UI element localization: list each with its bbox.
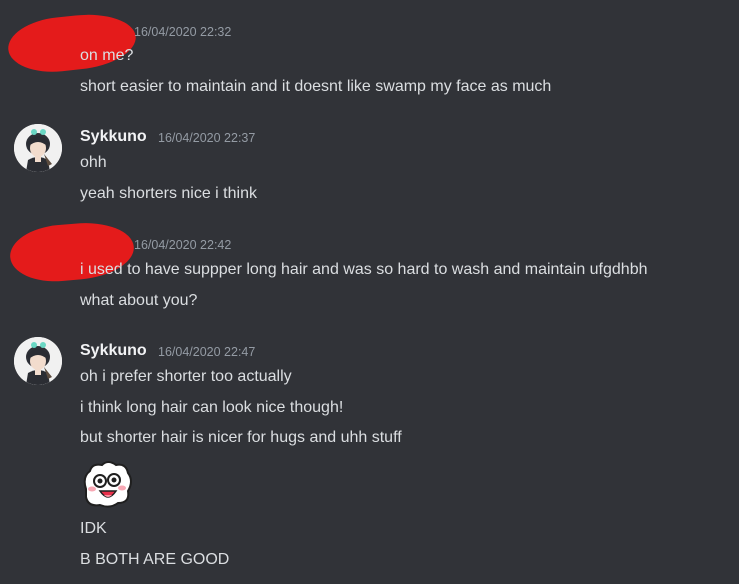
message-line: B BOTH ARE GOOD: [80, 551, 230, 568]
message-line: what about you?: [80, 292, 198, 309]
message-line: oh i prefer shorter too actually: [80, 368, 292, 385]
message-line: on me?: [80, 47, 134, 64]
anime-avatar-icon: [14, 337, 62, 385]
message-line: IDK: [80, 520, 107, 537]
anime-avatar-icon: [14, 124, 62, 172]
message-line: yeah shorters nice i think: [80, 185, 257, 202]
user-avatar[interactable]: [14, 124, 62, 172]
message-timestamp[interactable]: 16/04/2020 22:42: [134, 238, 231, 252]
message-line: i used to have suppper long hair and was…: [80, 261, 648, 278]
message-author[interactable]: Sykkuno: [80, 342, 147, 360]
message-line: i think long hair can look nice though!: [80, 399, 344, 416]
redacted-author-block: [5, 9, 139, 77]
message-line: ohh: [80, 154, 107, 171]
chat-messages: 16/04/2020 22:32 on me? short easier to …: [0, 0, 739, 584]
message-line: but shorter hair is nicer for hugs and u…: [80, 429, 402, 446]
blushing-blob-emoji-icon[interactable]: [78, 459, 134, 509]
user-avatar[interactable]: [14, 337, 62, 385]
message-author[interactable]: Sykkuno: [80, 128, 147, 146]
message-line: short easier to maintain and it doesnt l…: [80, 78, 552, 95]
message-timestamp[interactable]: 16/04/2020 22:32: [134, 25, 231, 39]
message-timestamp[interactable]: 16/04/2020 22:37: [158, 131, 255, 145]
message-timestamp[interactable]: 16/04/2020 22:47: [158, 345, 255, 359]
